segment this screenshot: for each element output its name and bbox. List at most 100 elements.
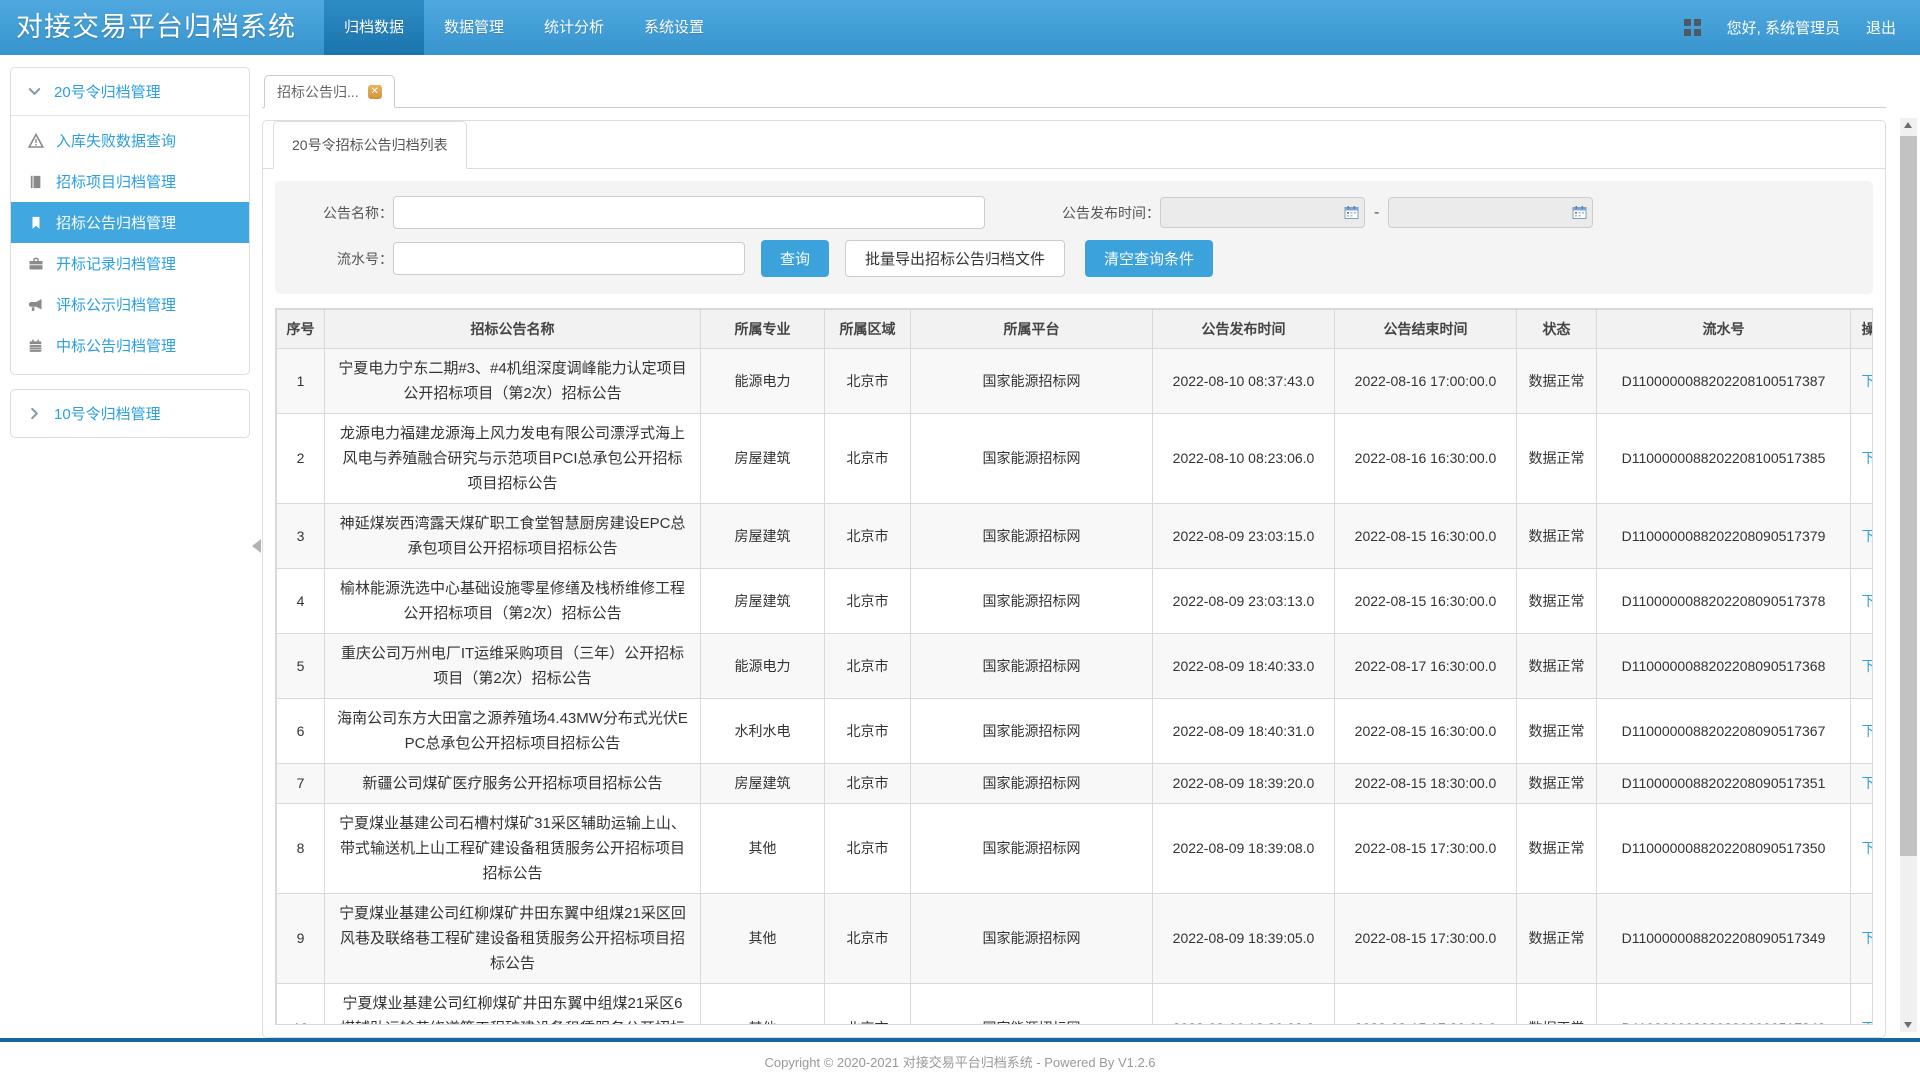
header-right: 您好, 系统管理员 退出	[1684, 0, 1920, 55]
region-cell: 北京市	[825, 414, 911, 504]
download-link[interactable]: 下载	[1862, 450, 1874, 466]
serial-cell: D1100000088202208090517379	[1597, 504, 1851, 569]
serial-input[interactable]	[393, 242, 745, 275]
major-cell: 其他	[701, 894, 825, 984]
download-link[interactable]: 下载	[1862, 373, 1874, 389]
content-panel: 20号令招标公告归档列表 公告名称： 公告发布时间： -	[262, 120, 1886, 1038]
publish-cell: 2022-08-09 18:40:31.0	[1153, 699, 1335, 764]
chevron-right-icon	[27, 406, 42, 421]
nav-item[interactable]: 系统设置	[624, 0, 724, 55]
sidebar-item-label: 评标公示归档管理	[56, 294, 176, 315]
name-cell: 宁夏煤业基建公司红柳煤矿井田东翼中组煤21采区回风巷及联络巷工程矿建设备租赁服务…	[325, 894, 701, 984]
query-button[interactable]: 查询	[761, 240, 829, 277]
name-cell: 宁夏煤业基建公司红柳煤矿井田东翼中组煤21采区6煤辅助运输巷绕道等工程矿建设备租…	[325, 984, 701, 1026]
sidebar-item-bid-opening-record[interactable]: 开标记录归档管理	[11, 243, 249, 284]
table-row: 2龙源电力福建龙源海上风力发电有限公司漂浮式海上风电与养殖融合研究与示范项目PC…	[277, 414, 1874, 504]
sidebar-group-10-header[interactable]: 10号令归档管理	[11, 390, 249, 437]
table-header-row: 序号招标公告名称所属专业所属区域所属平台公告发布时间公告结束时间状态流水号操作	[277, 310, 1874, 349]
platform-cell: 国家能源招标网	[911, 349, 1153, 414]
status-cell: 数据正常	[1517, 984, 1597, 1026]
operation-cell: 下载	[1851, 569, 1874, 634]
sidebar-item-tender-project-archive[interactable]: 招标项目归档管理	[11, 161, 249, 202]
nav-item[interactable]: 统计分析	[524, 0, 624, 55]
megaphone-icon	[27, 297, 44, 313]
tab-bar: 招标公告归... ✕	[262, 75, 1886, 108]
column-header: 所属平台	[911, 310, 1153, 349]
download-link[interactable]: 下载	[1862, 1020, 1874, 1025]
sidebar-item-label: 开标记录归档管理	[56, 253, 176, 274]
download-link[interactable]: 下载	[1862, 840, 1874, 856]
status-cell: 数据正常	[1517, 569, 1597, 634]
table-row: 9宁夏煤业基建公司红柳煤矿井田东翼中组煤21采区回风巷及联络巷工程矿建设备租赁服…	[277, 894, 1874, 984]
notice-name-input[interactable]	[393, 196, 985, 229]
download-link[interactable]: 下载	[1862, 930, 1874, 946]
publish-cell: 2022-08-09 18:40:33.0	[1153, 634, 1335, 699]
publish-time-label: 公告发布时间：	[985, 203, 1160, 223]
calendar-icon[interactable]	[1344, 205, 1359, 225]
sidebar-item-import-fail-query[interactable]: 入库失败数据查询	[11, 120, 249, 161]
sidebar-item-tender-notice-archive[interactable]: 招标公告归档管理	[11, 202, 249, 243]
download-link[interactable]: 下载	[1862, 775, 1874, 791]
seq-cell: 4	[277, 569, 325, 634]
scroll-up-icon[interactable]	[1900, 118, 1917, 135]
name-cell: 宁夏煤业基建公司石槽村煤矿31采区辅助运输上山、带式输送机上山工程矿建设备租赁服…	[325, 804, 701, 894]
major-cell: 房屋建筑	[701, 764, 825, 804]
logout-button[interactable]: 退出	[1866, 17, 1896, 38]
scrollbar-thumb[interactable]	[1900, 136, 1917, 856]
app-header: 对接交易平台归档系统 归档数据数据管理统计分析系统设置 您好, 系统管理员 退出	[0, 0, 1920, 55]
search-form: 公告名称： 公告发布时间： -	[275, 181, 1873, 294]
status-cell: 数据正常	[1517, 504, 1597, 569]
calendar-icon[interactable]	[1572, 205, 1587, 225]
layout: 20号令归档管理 入库失败数据查询 招标项目归档管理	[0, 55, 1920, 1038]
download-link[interactable]: 下载	[1862, 593, 1874, 609]
date-to-input[interactable]	[1388, 197, 1593, 228]
sidebar-group-20: 20号令归档管理 入库失败数据查询 招标项目归档管理	[10, 67, 250, 375]
export-button[interactable]: 批量导出招标公告归档文件	[845, 240, 1065, 277]
operation-cell: 下载	[1851, 894, 1874, 984]
operation-cell: 下载	[1851, 504, 1874, 569]
operation-cell: 下载	[1851, 634, 1874, 699]
sidebar-group-20-header[interactable]: 20号令归档管理	[11, 68, 249, 116]
serial-cell: D1100000088202208090517368	[1597, 634, 1851, 699]
end-cell: 2022-08-15 16:30:00.0	[1335, 699, 1517, 764]
download-link[interactable]: 下载	[1862, 723, 1874, 739]
name-cell: 榆林能源洗选中心基础设施零星修缮及栈桥维修工程公开招标项目（第2次）招标公告	[325, 569, 701, 634]
sidebar: 20号令归档管理 入库失败数据查询 招标项目归档管理	[0, 55, 250, 1038]
major-cell: 其他	[701, 804, 825, 894]
sidebar-items: 入库失败数据查询 招标项目归档管理 招标公告归档管理	[11, 116, 249, 374]
apps-grid-icon[interactable]	[1684, 19, 1701, 36]
sidebar-collapse-handle[interactable]	[245, 539, 261, 553]
major-cell: 房屋建筑	[701, 414, 825, 504]
region-cell: 北京市	[825, 349, 911, 414]
column-header: 所属专业	[701, 310, 825, 349]
search-row-2: 流水号： 查询 批量导出招标公告归档文件 清空查询条件	[275, 240, 1873, 277]
publish-cell: 2022-08-09 18:39:02.0	[1153, 984, 1335, 1026]
name-cell: 宁夏电力宁东二期#3、#4机组深度调峰能力认定项目公开招标项目（第2次）招标公告	[325, 349, 701, 414]
vertical-scrollbar[interactable]	[1900, 118, 1917, 1032]
close-icon[interactable]: ✕	[368, 85, 382, 99]
nav-item[interactable]: 归档数据	[324, 0, 424, 55]
sidebar-item-winning-notice-archive[interactable]: 中标公告归档管理	[11, 325, 249, 366]
date-from-input[interactable]	[1160, 197, 1365, 228]
clear-button[interactable]: 清空查询条件	[1085, 240, 1213, 277]
column-header: 招标公告名称	[325, 310, 701, 349]
publish-cell: 2022-08-09 18:39:08.0	[1153, 804, 1335, 894]
download-link[interactable]: 下载	[1862, 528, 1874, 544]
platform-cell: 国家能源招标网	[911, 984, 1153, 1026]
download-link[interactable]: 下载	[1862, 658, 1874, 674]
major-cell: 房屋建筑	[701, 504, 825, 569]
scroll-down-icon[interactable]	[1900, 1015, 1917, 1032]
name-cell: 海南公司东方大田富之源养殖场4.43MW分布式光伏EPC总承包公开招标项目招标公…	[325, 699, 701, 764]
nav-item[interactable]: 数据管理	[424, 0, 524, 55]
tab-tender-notice[interactable]: 招标公告归... ✕	[264, 75, 395, 108]
sidebar-item-label: 入库失败数据查询	[56, 130, 176, 151]
end-cell: 2022-08-16 17:00:00.0	[1335, 349, 1517, 414]
region-cell: 北京市	[825, 764, 911, 804]
seq-cell: 10	[277, 984, 325, 1026]
column-header: 公告结束时间	[1335, 310, 1517, 349]
serial-cell: D1100000088202208090517350	[1597, 804, 1851, 894]
column-header: 公告发布时间	[1153, 310, 1335, 349]
sidebar-item-evaluation-publicity[interactable]: 评标公示归档管理	[11, 284, 249, 325]
end-cell: 2022-08-15 16:30:00.0	[1335, 504, 1517, 569]
status-cell: 数据正常	[1517, 349, 1597, 414]
